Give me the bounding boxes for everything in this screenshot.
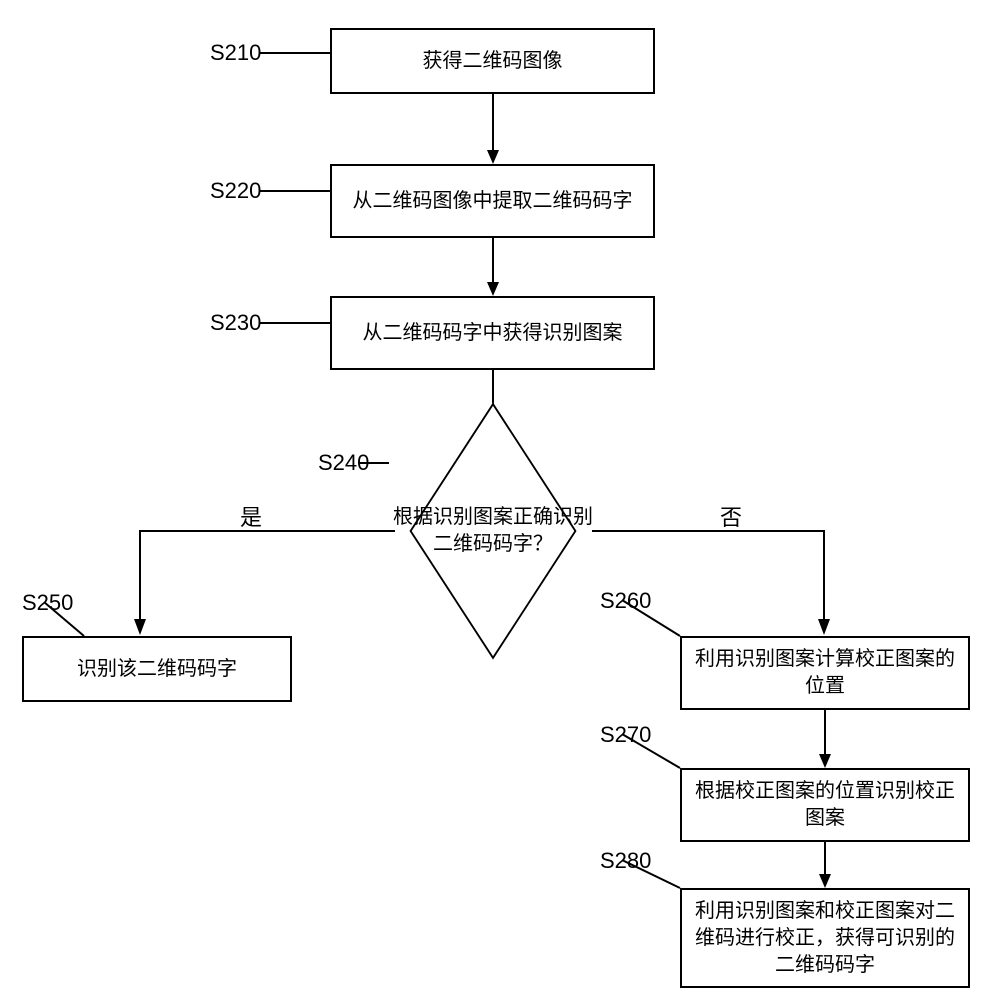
process-text-s280: 利用识别图案和校正图案对二维码进行校正，获得可识别的二维码码字 [688, 898, 962, 979]
process-text-s220: 从二维码图像中提取二维码码字 [353, 188, 633, 215]
arrow-down [486, 94, 500, 164]
process-text-s230: 从二维码码字中获得识别图案 [363, 320, 623, 347]
process-text-s260: 利用识别图案计算校正图案的位置 [688, 646, 962, 700]
branch-label-yes: 是 [240, 500, 262, 532]
arrow-branch-yes [140, 525, 400, 635]
step-label-s230: S230 [210, 310, 261, 336]
step-label-s220: S220 [210, 178, 261, 204]
decision-text: 根据识别图案正确识别 二维码码字？ [378, 504, 608, 558]
step-label-s210: S210 [210, 40, 261, 66]
flowchart-canvas: S210 获得二维码图像 S220 从二维码图像中提取二维码码字 S230 从二… [0, 0, 983, 1000]
process-box-s220: 从二维码图像中提取二维码码字 [330, 164, 655, 238]
step-label-s250: S250 [22, 590, 73, 616]
arrow-down [818, 842, 832, 888]
process-box-s280: 利用识别图案和校正图案对二维码进行校正，获得可识别的二维码码字 [680, 888, 970, 988]
step-label-s240: S240 [318, 450, 369, 476]
branch-label-no: 否 [720, 500, 742, 532]
arrow-down [818, 710, 832, 768]
process-box-s260: 利用识别图案计算校正图案的位置 [680, 636, 970, 710]
process-text-s210: 获得二维码图像 [423, 48, 563, 75]
arrow-down [486, 238, 500, 296]
arrow-branch-no [592, 525, 824, 635]
process-box-s230: 从二维码码字中获得识别图案 [330, 296, 655, 370]
process-box-s250: 识别该二维码码字 [22, 636, 292, 702]
step-label-s280: S280 [600, 848, 651, 874]
decision-s240: 根据识别图案正确识别 二维码码字？ [418, 456, 568, 606]
process-text-s270: 根据校正图案的位置识别校正图案 [688, 778, 962, 832]
process-text-s250: 识别该二维码码字 [77, 656, 237, 683]
process-box-s210: 获得二维码图像 [330, 28, 655, 94]
step-label-s260: S260 [600, 588, 651, 614]
step-label-s270: S270 [600, 722, 651, 748]
process-box-s270: 根据校正图案的位置识别校正图案 [680, 768, 970, 842]
